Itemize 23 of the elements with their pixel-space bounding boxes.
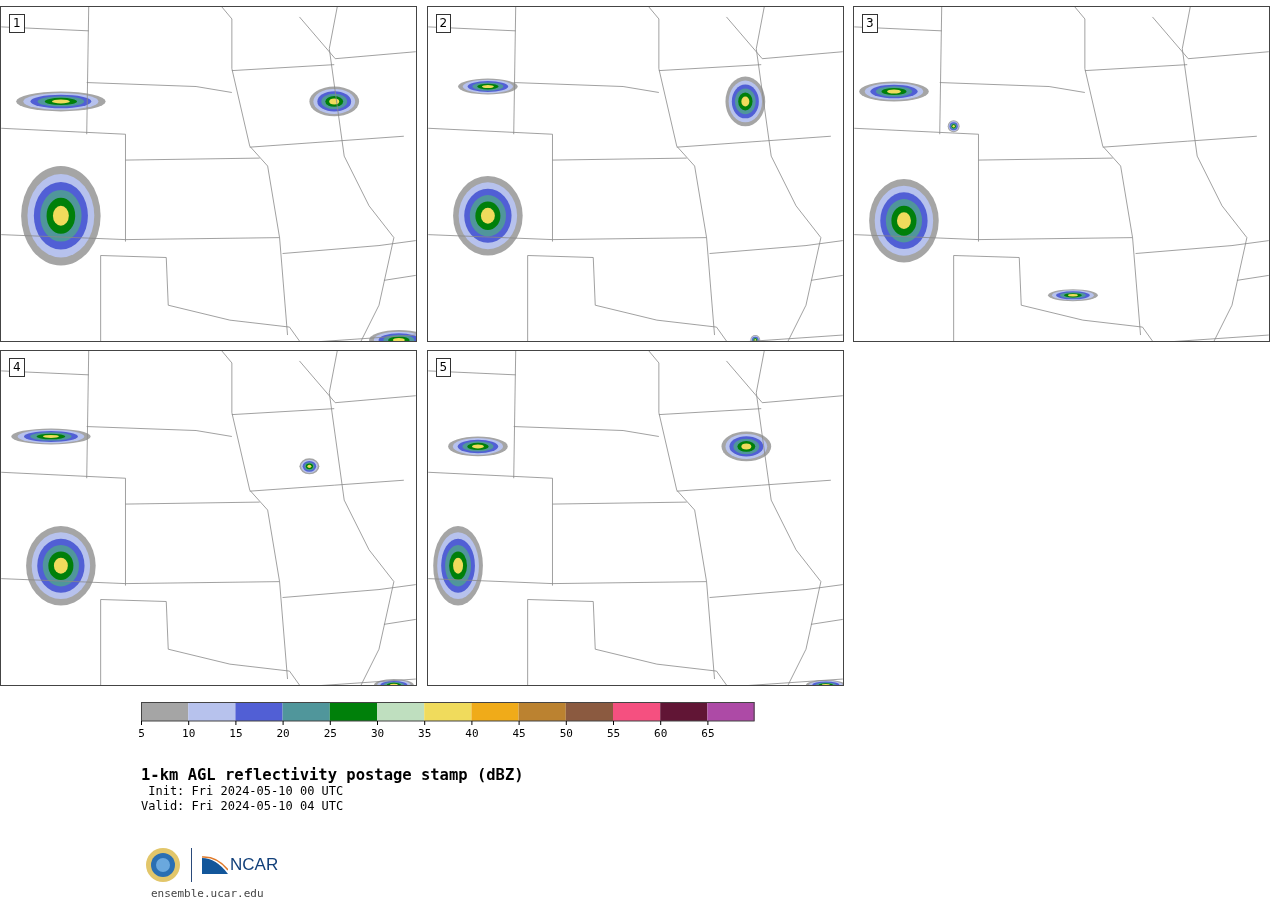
tick-label: 35 — [418, 727, 432, 740]
tick-label: 25 — [323, 727, 337, 740]
tick-label: 60 — [654, 727, 668, 740]
chart-title: 1-km AGL reflectivity postage stamp (dBZ) — [141, 766, 525, 784]
panel-number: 1 — [9, 14, 25, 33]
panel-number: 4 — [9, 358, 25, 377]
tick-label: 10 — [182, 727, 196, 740]
tick-label: 65 — [701, 727, 715, 740]
tick-label: 30 — [370, 727, 385, 740]
valid-time: Valid: Fri 2024-05-10 04 UTC — [141, 799, 345, 814]
tick-label: 15 — [229, 727, 243, 740]
tick-label: 55 — [606, 727, 621, 740]
init-time: Init: Fri 2024-05-10 00 UTC — [147, 784, 345, 799]
tick-label: 20 — [276, 727, 290, 740]
seal-logo-icon — [145, 847, 181, 883]
tick-label: 40 — [465, 727, 479, 740]
tick-label: 5 — [138, 727, 145, 740]
swoosh-logo-icon — [202, 856, 228, 874]
site-url: ensemble.ucar.edu — [151, 887, 265, 900]
panel-number: 3 — [862, 14, 878, 33]
logo-text: NCAR — [230, 855, 279, 875]
tick-label: 50 — [559, 727, 573, 740]
tick-label: 45 — [512, 727, 526, 740]
